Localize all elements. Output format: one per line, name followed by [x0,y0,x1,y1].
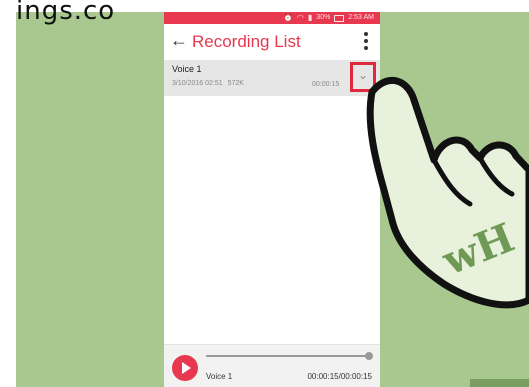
chevron-down-icon: ⌄ [357,68,369,82]
recording-date: 3/10/2016 02:51 [172,80,223,87]
battery-icon [334,14,345,22]
menu-dot [364,46,368,50]
page-title: Recording List [192,32,301,51]
status-icons: ⏰ ◠ ▮ 30% 2:53 AM [283,12,374,24]
now-playing-name: Voice 1 [206,372,233,381]
watermark-tag [470,379,529,387]
app-bar: ← Recording List [164,24,380,60]
back-arrow-icon[interactable]: ← [170,30,188,51]
progress-knob[interactable] [365,352,373,360]
recording-duration: 00:00:15 [312,81,340,88]
wifi-icon: ◠ [296,13,304,22]
expand-chevron-button[interactable]: ⌄ [350,62,376,92]
recording-meta: 3/10/2016 02:51 572K [172,80,244,87]
play-icon[interactable] [172,355,198,381]
top-caption: ings.co [16,0,116,26]
menu-dot [364,39,368,43]
menu-dot [364,32,368,36]
battery-percent: 30% [316,14,331,21]
phone-screen: ⏰ ◠ ▮ 30% 2:53 AM ← Recording List Voice… [164,12,380,387]
progress-slider[interactable] [206,352,373,360]
recording-size: 572K [227,80,244,87]
signal-icon: ▮ [307,13,313,22]
playback-time: 00:00:15/00:00:15 [307,372,372,381]
status-time: 2:53 AM [348,14,374,21]
overflow-menu-icon[interactable] [364,32,368,50]
status-bar: ⏰ ◠ ▮ 30% 2:53 AM [164,12,380,24]
recording-name: Voice 1 [172,64,202,74]
recording-list-item[interactable]: Voice 1 3/10/2016 02:51 572K 00:00:15 [164,60,380,96]
progress-fill [206,355,369,357]
alarm-icon: ⏰ [282,13,293,22]
playback-bar: Voice 1 00:00:15/00:00:15 [164,344,380,387]
